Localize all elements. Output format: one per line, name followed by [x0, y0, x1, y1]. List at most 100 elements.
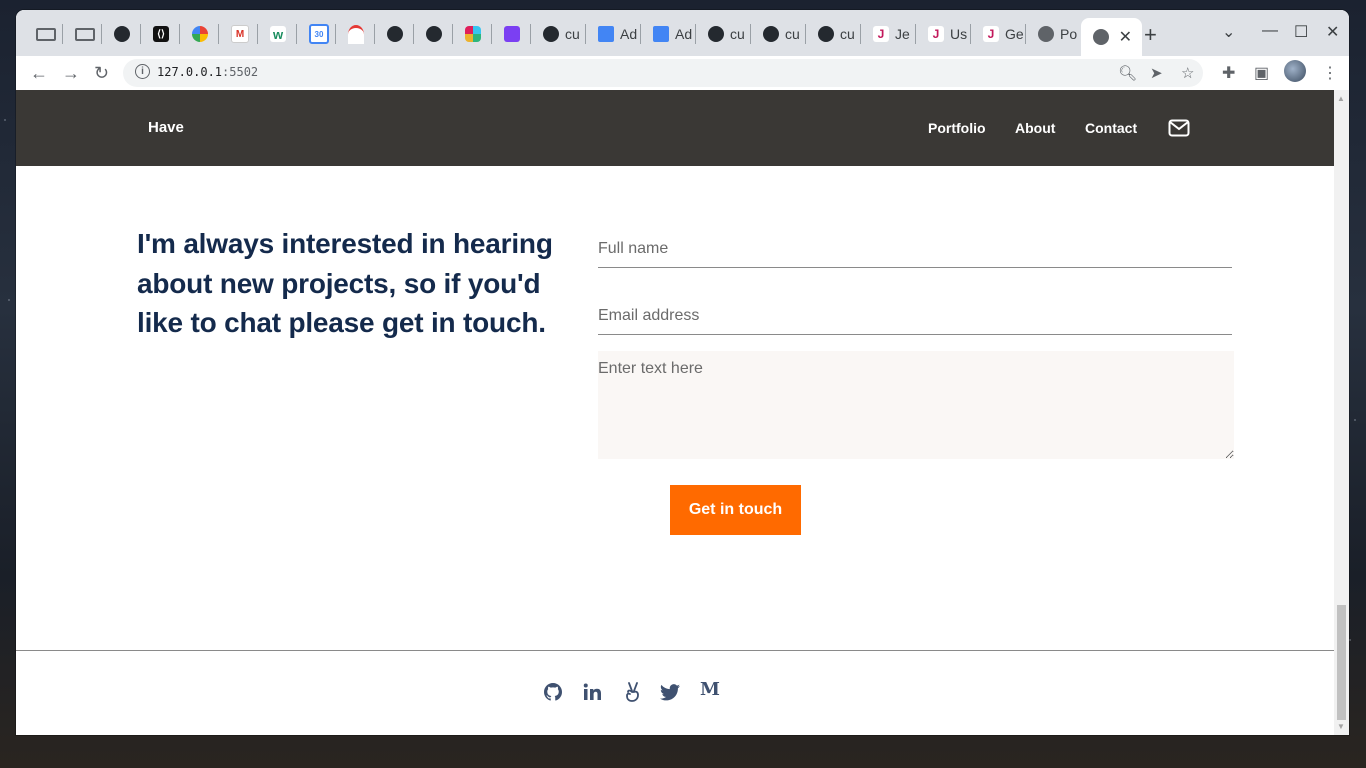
window-close-icon[interactable]: ✕ [1326, 22, 1339, 42]
medium-icon[interactable]: M [698, 677, 722, 701]
tab-title: Ad [620, 26, 638, 42]
browser-window: ⟨⟩ Mw 30 cu Ad Ad cu cu cu J Je J Us J Ge Po ✕ + ⌄ — ☐ ✕… [16, 10, 1349, 735]
page-viewport: Have Portfolio About Contact I'm always … [16, 90, 1334, 735]
nav-about-link[interactable]: About [1015, 120, 1055, 136]
nav-portfolio-link[interactable]: Portfolio [928, 120, 986, 136]
gmail-icon: M [231, 25, 249, 43]
angellist-icon[interactable] [621, 680, 645, 704]
site-info-icon[interactable]: i [135, 64, 150, 79]
github-icon [114, 26, 130, 42]
tab-title: cu [565, 26, 580, 42]
tab-title: Ad [675, 26, 693, 42]
browser-tab[interactable]: J Us [916, 18, 971, 50]
github-icon[interactable] [541, 680, 565, 704]
twitter-icon[interactable] [658, 680, 682, 704]
tab-title: Us [950, 26, 968, 42]
tab-title: cu [730, 26, 745, 42]
scroll-up-icon[interactable]: ▲ [1337, 94, 1345, 103]
forward-icon[interactable]: → [62, 63, 80, 84]
browser-tab[interactable] [24, 18, 63, 50]
browser-tab[interactable]: 30 [297, 18, 336, 50]
tab-title: cu [785, 26, 800, 42]
jest-icon: J [983, 26, 999, 42]
side-panel-icon[interactable]: ▣ [1254, 63, 1269, 83]
profile-avatar[interactable] [1284, 60, 1306, 82]
browser-tab[interactable] [180, 18, 219, 50]
brand-logo[interactable]: Have [148, 119, 184, 136]
github-icon [763, 26, 779, 42]
browser-tab[interactable] [63, 18, 102, 50]
browser-tab[interactable]: M [219, 18, 258, 50]
page-scrollbar[interactable]: ▲ ▼ [1334, 90, 1349, 735]
new-tab-button[interactable]: + [1144, 22, 1157, 48]
docs-icon [653, 26, 669, 42]
tab-title: Ge [1005, 26, 1024, 42]
scroll-thumb[interactable] [1337, 605, 1346, 720]
globe-icon [1038, 26, 1054, 42]
browser-tab[interactable]: J Ge [971, 18, 1026, 50]
browser-tab[interactable]: cu [531, 18, 586, 50]
browser-tab[interactable] [375, 18, 414, 50]
linkedin-icon[interactable] [581, 680, 605, 704]
tab-search-icon[interactable]: ⌄ [1222, 22, 1235, 42]
back-icon[interactable]: ← [30, 63, 48, 84]
gauge-icon [348, 24, 364, 44]
zoom-icon[interactable]: 🔍︎ [1118, 64, 1137, 82]
browser-tab[interactable] [336, 18, 375, 50]
email-input[interactable] [598, 297, 1232, 335]
github-icon [426, 26, 442, 42]
browser-tab[interactable]: cu [806, 18, 861, 50]
browser-tab[interactable] [414, 18, 453, 50]
url-port: :5502 [222, 65, 259, 79]
nav-contact-link[interactable]: Contact [1085, 120, 1137, 136]
github-icon [387, 26, 403, 42]
tab-title: cu [840, 26, 855, 42]
slack-icon [465, 26, 481, 42]
browser-tab[interactable]: cu [751, 18, 806, 50]
url-host: 127.0.0.1 [157, 65, 223, 79]
full-name-input[interactable] [598, 230, 1232, 268]
footer-divider [16, 650, 1334, 651]
calendar-icon: 30 [309, 24, 329, 44]
github-icon [543, 26, 559, 42]
tab-close-icon[interactable]: ✕ [1119, 27, 1132, 47]
address-bar[interactable]: i 127.0.0.1:5502 🔍︎ ➤ ☆ [123, 59, 1203, 87]
browser-tab[interactable]: Ad [641, 18, 696, 50]
scroll-down-icon[interactable]: ▼ [1337, 722, 1345, 731]
browser-tab[interactable] [453, 18, 492, 50]
drive-icon [75, 27, 95, 41]
get-in-touch-button[interactable]: Get in touch [670, 485, 801, 535]
browser-tab[interactable] [102, 18, 141, 50]
tab-title: Je [895, 26, 910, 42]
contact-headline: I'm always interested in hearing about n… [137, 228, 553, 338]
browser-tab[interactable]: ⟨⟩ [141, 18, 180, 50]
mail-icon[interactable] [1168, 119, 1190, 137]
github-icon [818, 26, 834, 42]
browser-tab[interactable]: w [258, 18, 297, 50]
bookmark-star-icon[interactable]: ☆ [1181, 64, 1194, 82]
minimize-icon[interactable]: — [1262, 22, 1278, 40]
send-icon[interactable]: ➤ [1150, 64, 1163, 82]
browser-tab[interactable] [492, 18, 531, 50]
menu-icon[interactable]: ⋮ [1322, 63, 1338, 83]
w-icon: w [270, 26, 286, 42]
message-textarea[interactable] [598, 351, 1234, 459]
browser-tab[interactable]: cu [696, 18, 751, 50]
jest-icon: J [928, 26, 944, 42]
tab-title: Po [1060, 26, 1078, 42]
browser-toolbar: ← → ↻ i 127.0.0.1:5502 🔍︎ ➤ ☆ ✚ ▣ ⋮ [16, 56, 1349, 91]
browser-tab[interactable]: Po [1026, 18, 1081, 50]
reload-icon[interactable]: ↻ [94, 63, 109, 84]
browser-tab[interactable]: J Je [861, 18, 916, 50]
github-icon [708, 26, 724, 42]
globe-icon [1093, 29, 1109, 45]
drive-icon [36, 27, 56, 41]
maximize-icon[interactable]: ☐ [1294, 22, 1308, 42]
url-text[interactable]: 127.0.0.1:5502 [157, 65, 258, 79]
ring-icon [192, 26, 208, 42]
browser-tab[interactable]: Ad [586, 18, 641, 50]
extensions-icon[interactable]: ✚ [1222, 63, 1235, 83]
app-icon [504, 26, 520, 42]
docs-icon [598, 26, 614, 42]
tab-active[interactable]: ✕ [1081, 18, 1142, 56]
